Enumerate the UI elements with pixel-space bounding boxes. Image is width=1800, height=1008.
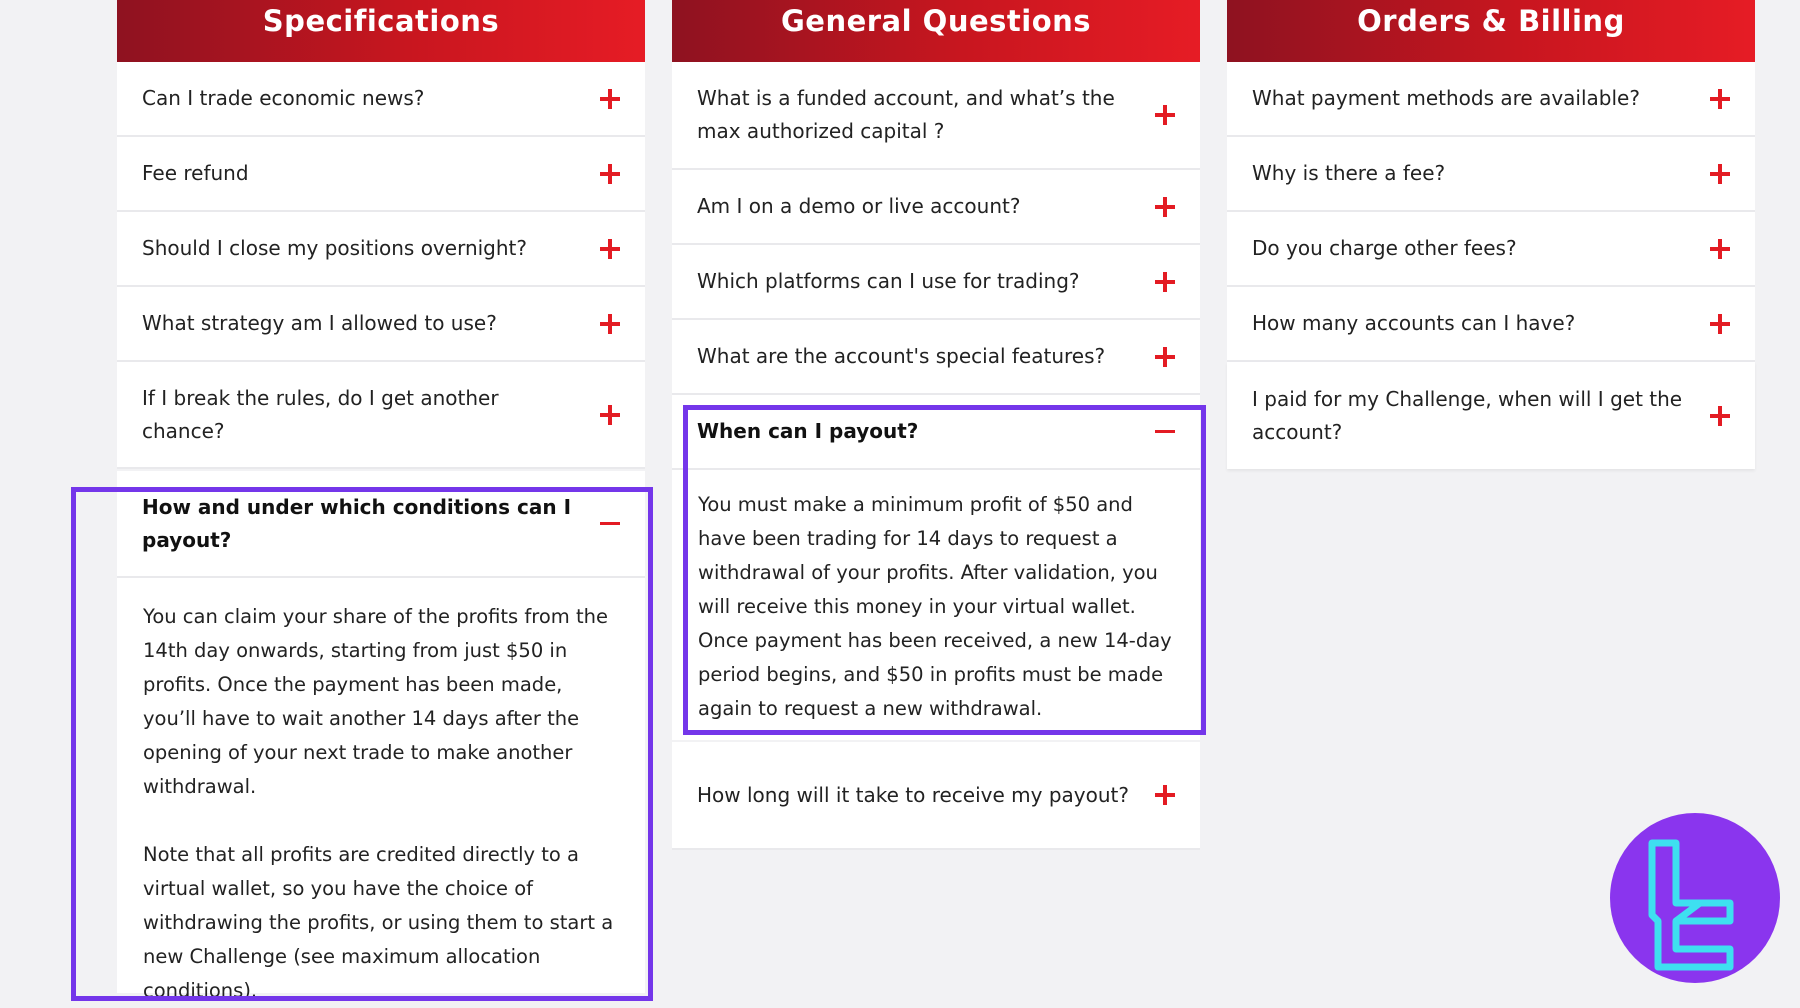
faq-item[interactable]: Which platforms can I use for trading?: [672, 245, 1200, 320]
faq-question: How long will it take to receive my payo…: [697, 782, 1129, 807]
answer-paragraph: You can claim your share of the profits …: [143, 605, 608, 798]
plus-icon[interactable]: [1155, 196, 1175, 217]
faq-question: Fee refund: [142, 161, 249, 185]
faq-item[interactable]: Can I trade economic news?: [117, 62, 645, 137]
faq-item-open[interactable]: When can I payout?: [672, 395, 1200, 470]
faq-question: Do you charge other fees?: [1252, 236, 1517, 260]
column-title: Specifications: [117, 0, 645, 62]
faq-item[interactable]: Why is there a fee?: [1227, 137, 1755, 212]
faq-question: If I break the rules, do I get another c…: [142, 385, 499, 443]
faq-question: Should I close my positions overnight?: [142, 236, 527, 260]
faq-item[interactable]: What are the account's special features?: [672, 320, 1200, 395]
faq-item[interactable]: Do you charge other fees?: [1227, 212, 1755, 287]
plus-icon[interactable]: [1155, 346, 1175, 367]
faq-question: Why is there a fee?: [1252, 161, 1446, 185]
minus-icon[interactable]: [600, 514, 620, 534]
minus-icon[interactable]: [1155, 422, 1175, 442]
faq-question: Can I trade economic news?: [142, 86, 425, 110]
faq-item[interactable]: If I break the rules, do I get another c…: [117, 362, 645, 469]
plus-icon[interactable]: [1710, 238, 1730, 259]
faq-question: What are the account's special features?: [697, 344, 1106, 368]
faq-column-orders-billing: Orders & Billing What payment methods ar…: [1227, 0, 1755, 469]
faq-question: Which platforms can I use for trading?: [697, 269, 1080, 293]
plus-icon[interactable]: [600, 163, 620, 184]
plus-icon[interactable]: [600, 88, 620, 109]
faq-question: How many accounts can I have?: [1252, 311, 1576, 335]
plus-icon[interactable]: [1155, 105, 1175, 125]
plus-icon[interactable]: [600, 404, 620, 425]
faq-item[interactable]: What strategy am I allowed to use?: [117, 287, 645, 362]
faq-item[interactable]: Fee refund: [117, 137, 645, 212]
faq-answer: You can claim your share of the profits …: [117, 578, 645, 1002]
plus-icon[interactable]: [1710, 163, 1730, 184]
faq-answer: You must make a minimum profit of $50 an…: [672, 470, 1200, 740]
faq-question: What payment methods are available?: [1252, 86, 1640, 110]
faq-item[interactable]: I paid for my Challenge, when will I get…: [1227, 362, 1755, 469]
faq-item[interactable]: What payment methods are available?: [1227, 62, 1755, 137]
faq-question: What is a funded account, and what’s the…: [697, 86, 1115, 143]
plus-icon[interactable]: [1710, 88, 1730, 109]
plus-icon[interactable]: [1710, 313, 1730, 334]
plus-icon[interactable]: [1155, 785, 1175, 805]
faq-column-specifications: Specifications Can I trade economic news…: [117, 0, 645, 1002]
faq-column-general-questions: General Questions What is a funded accou…: [672, 0, 1200, 850]
plus-icon[interactable]: [600, 313, 620, 334]
faq-question: How and under which conditions can I pay…: [142, 494, 572, 552]
faq-question: I paid for my Challenge, when will I get…: [1252, 386, 1683, 444]
column-title: General Questions: [672, 0, 1200, 62]
faq-item[interactable]: How many accounts can I have?: [1227, 287, 1755, 362]
faq-item[interactable]: What is a funded account, and what’s the…: [672, 62, 1200, 170]
brand-logo-icon: [1648, 839, 1734, 971]
answer-paragraph: You must make a minimum profit of $50 an…: [698, 493, 1172, 720]
faq-item[interactable]: Should I close my positions overnight?: [117, 212, 645, 287]
brand-logo: [1610, 813, 1780, 983]
faq-item-open[interactable]: How and under which conditions can I pay…: [117, 471, 645, 578]
plus-icon[interactable]: [600, 238, 620, 259]
faq-item[interactable]: Am I on a demo or live account?: [672, 170, 1200, 245]
plus-icon[interactable]: [1155, 271, 1175, 292]
faq-item[interactable]: How long will it take to receive my payo…: [672, 742, 1200, 850]
answer-paragraph: Note that all profits are credited direc…: [143, 843, 614, 1002]
plus-icon[interactable]: [1710, 405, 1730, 426]
faq-question: What strategy am I allowed to use?: [142, 311, 497, 335]
faq-question: Am I on a demo or live account?: [697, 194, 1021, 218]
column-title: Orders & Billing: [1227, 0, 1755, 62]
faq-question: When can I payout?: [697, 419, 919, 443]
